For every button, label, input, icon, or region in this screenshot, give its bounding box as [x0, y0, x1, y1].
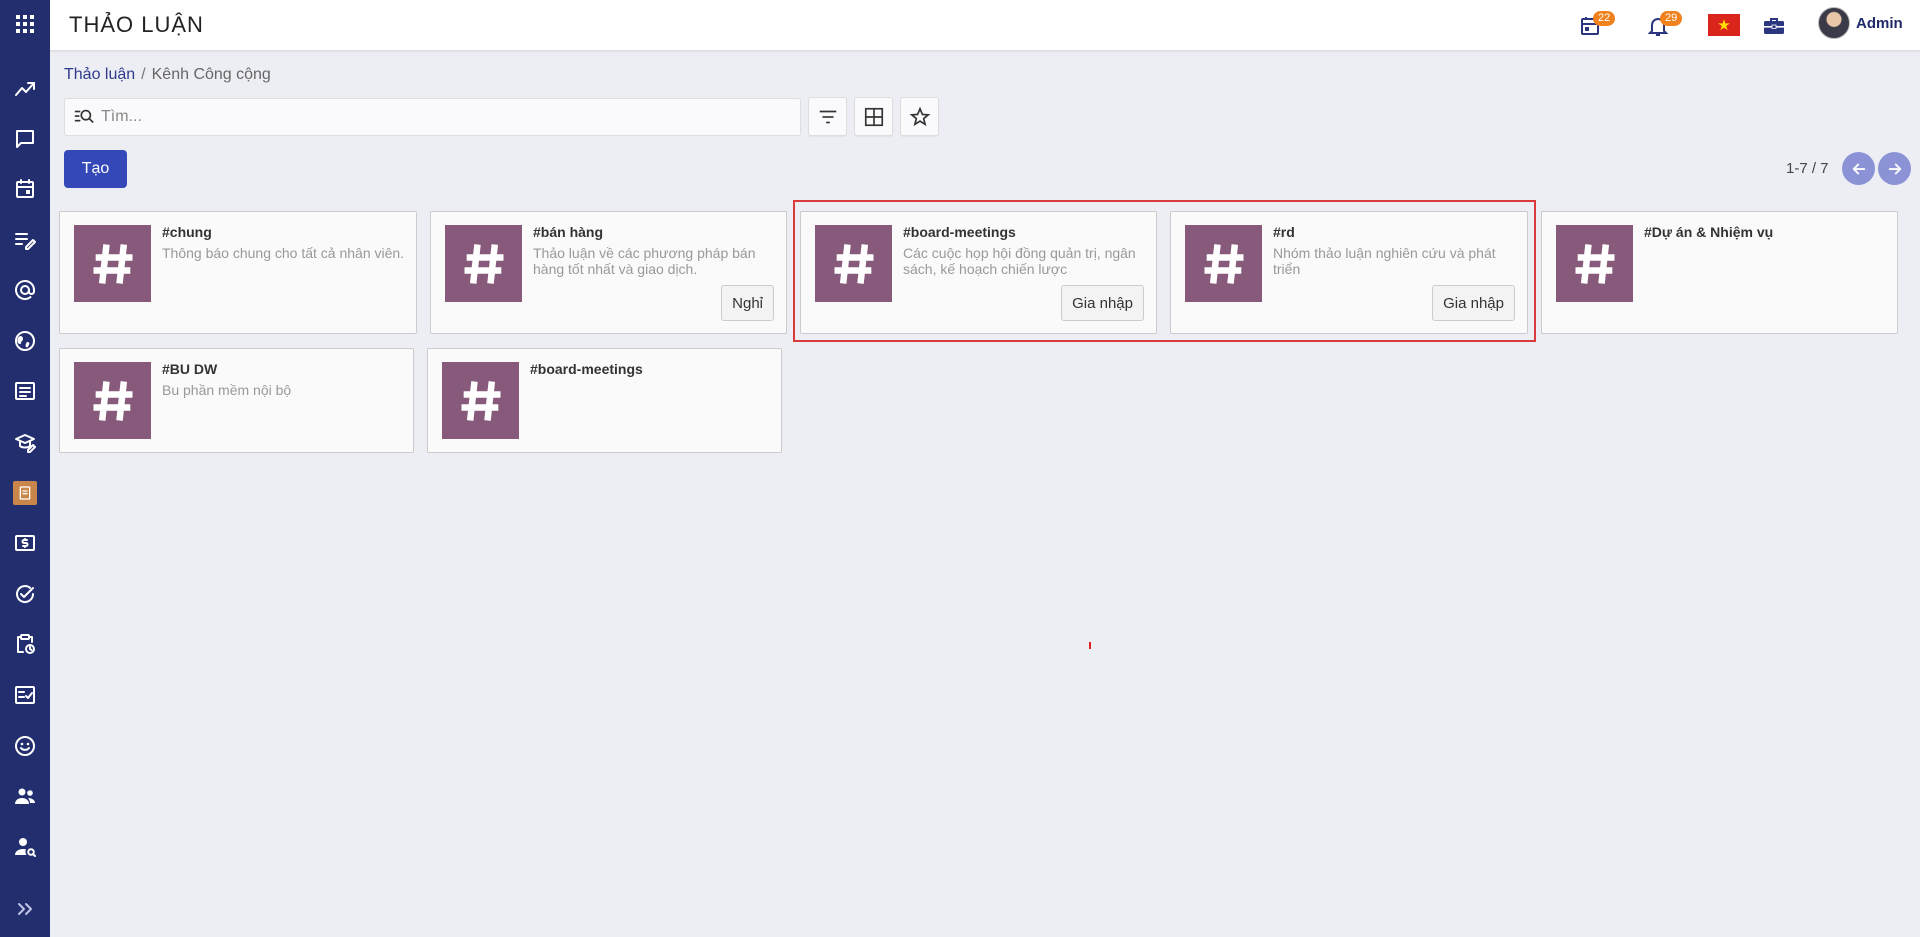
- trend-chart-icon[interactable]: [0, 69, 50, 109]
- article-icon[interactable]: [0, 371, 50, 411]
- hashtag-icon: [1556, 225, 1633, 302]
- sidebar: [0, 0, 50, 937]
- hashtag-icon: [445, 225, 522, 302]
- leave-channel-button[interactable]: Nghỉ: [721, 285, 774, 321]
- channel-name: #bán hàng: [533, 224, 604, 240]
- apps-grid-icon[interactable]: [0, 4, 50, 44]
- person-search-icon[interactable]: [0, 827, 50, 867]
- channel-card[interactable]: #bán hàng Thảo luận về các phương pháp b…: [430, 211, 787, 334]
- breadcrumb-parent-link[interactable]: Thảo luận: [64, 66, 135, 83]
- create-button[interactable]: Tạo: [64, 150, 127, 188]
- channel-description: Thảo luận về các phương pháp bán hàng tố…: [533, 245, 756, 277]
- breadcrumb-current: Kênh Công cộng: [151, 66, 271, 83]
- user-name: Admin: [1856, 14, 1903, 32]
- star-icon: [909, 106, 930, 126]
- hashtag-icon: [74, 225, 151, 302]
- channel-name: #BU DW: [162, 361, 218, 377]
- school-edit-icon[interactable]: [0, 422, 50, 462]
- channel-description: Bu phần mềm nội bộ: [162, 382, 292, 398]
- favorites-button[interactable]: [900, 97, 939, 136]
- notifications-button[interactable]: 29: [1642, 10, 1683, 42]
- search-icon: [65, 106, 95, 128]
- checklist-icon[interactable]: [0, 675, 50, 715]
- app-title: THẢO LUẬN: [69, 12, 204, 37]
- calendar-icon[interactable]: [0, 169, 50, 209]
- channel-card[interactable]: #Dự án & Nhiệm vụ: [1541, 211, 1898, 334]
- vietnam-flag-icon[interactable]: [1708, 14, 1740, 36]
- globe-icon[interactable]: [0, 321, 50, 361]
- search-bar: [64, 98, 801, 136]
- arrow-right-icon: [1888, 163, 1901, 174]
- filter-icon: [819, 110, 836, 123]
- chat-icon[interactable]: [0, 119, 50, 159]
- pager-counter[interactable]: 1-7 / 7: [1786, 160, 1829, 177]
- arrow-left-icon: [1852, 163, 1865, 174]
- check-circle-icon[interactable]: [0, 574, 50, 614]
- search-input[interactable]: [95, 99, 800, 135]
- highlight-box: [793, 200, 1536, 342]
- channel-card[interactable]: #chung Thông báo chung cho tất cả nhân v…: [59, 211, 417, 334]
- clipboard-clock-icon[interactable]: [0, 624, 50, 664]
- money-icon[interactable]: [0, 523, 50, 563]
- notification-badge: 29: [1660, 11, 1683, 26]
- top-bar: THẢO LUẬN 22 29 Admin: [50, 0, 1920, 51]
- channel-name: #chung: [162, 224, 212, 240]
- notes-edit-icon[interactable]: [0, 220, 50, 260]
- smiley-icon[interactable]: [0, 726, 50, 766]
- calendar-badge: 22: [1593, 11, 1616, 26]
- pager-previous-button[interactable]: [1842, 152, 1875, 185]
- channel-card[interactable]: #board-meetings: [427, 348, 782, 453]
- document-app-icon[interactable]: [0, 473, 50, 513]
- briefcase-button[interactable]: [1758, 10, 1790, 42]
- briefcase-icon: [1764, 18, 1784, 34]
- channel-description: Thông báo chung cho tất cả nhân viên.: [162, 245, 405, 261]
- people-icon[interactable]: [0, 776, 50, 816]
- activity-calendar-button[interactable]: 22: [1575, 10, 1616, 42]
- channel-name: #Dự án & Nhiệm vụ: [1644, 224, 1774, 240]
- channel-card[interactable]: #BU DW Bu phần mềm nội bộ: [59, 348, 414, 453]
- hashtag-icon: [74, 362, 151, 439]
- at-sign-icon[interactable]: [0, 270, 50, 310]
- pager-next-button[interactable]: [1878, 152, 1911, 185]
- breadcrumb: Thảo luận / Kênh Công cộng: [64, 66, 271, 84]
- hashtag-icon: [442, 362, 519, 439]
- group-by-button[interactable]: [854, 97, 893, 136]
- cursor-mark: [1089, 642, 1091, 649]
- user-menu[interactable]: Admin: [1818, 7, 1903, 39]
- channel-name: #board-meetings: [530, 361, 643, 377]
- filter-button[interactable]: [808, 97, 847, 136]
- grid-view-icon: [864, 107, 883, 126]
- expand-chevrons-icon[interactable]: [0, 889, 50, 929]
- avatar: [1818, 7, 1850, 39]
- breadcrumb-separator: /: [141, 66, 146, 83]
